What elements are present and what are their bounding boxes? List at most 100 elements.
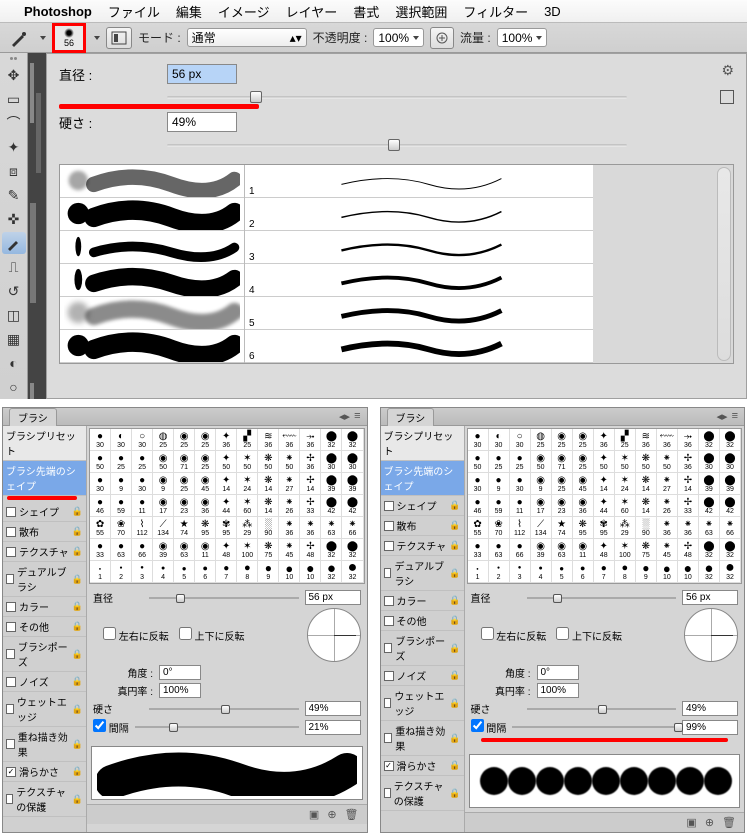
swatch[interactable]: ◉39: [531, 539, 552, 561]
swatch[interactable]: ●7: [216, 561, 237, 583]
swatch[interactable]: ◉11: [573, 539, 594, 561]
roundness-input[interactable]: [159, 683, 201, 698]
swatch[interactable]: ✦14: [216, 473, 237, 495]
crop-tool[interactable]: ⧈: [2, 160, 26, 182]
swatch[interactable]: ◉25: [195, 451, 216, 473]
swatch[interactable]: ⬤39: [321, 473, 342, 495]
side-item-2[interactable]: テクスチャ🔒: [3, 542, 86, 562]
new-icon[interactable]: ⊕: [705, 816, 714, 829]
swatch[interactable]: ●59: [111, 495, 132, 517]
swatch[interactable]: ◉50: [531, 451, 552, 473]
blur-tool[interactable]: ◐: [2, 352, 26, 374]
side-item-7[interactable]: ノイズ🔒: [381, 666, 464, 686]
side-item-9[interactable]: 重ね描き効果🔒: [381, 721, 464, 756]
swatch[interactable]: ✾95: [594, 517, 615, 539]
swatch[interactable]: ●11: [510, 495, 531, 517]
panel-tab[interactable]: ブラシ: [387, 408, 435, 426]
hardness-input[interactable]: [167, 112, 237, 132]
swatch[interactable]: ❋95: [573, 517, 594, 539]
swatch[interactable]: ✢33: [678, 495, 699, 517]
swatch[interactable]: ●2: [111, 561, 132, 583]
swatch[interactable]: ⁕36: [300, 517, 321, 539]
swatch[interactable]: ✢48: [678, 539, 699, 561]
swatch[interactable]: ●46: [90, 495, 111, 517]
swatch[interactable]: ●10: [300, 561, 321, 583]
swatch[interactable]: ◉9: [153, 473, 174, 495]
swatch[interactable]: ●7: [594, 561, 615, 583]
swatch[interactable]: ⌇112: [132, 517, 153, 539]
swatch[interactable]: ⁕36: [657, 517, 678, 539]
swatch[interactable]: ●4: [531, 561, 552, 583]
spacing-input[interactable]: [682, 720, 738, 735]
spacing-checkbox[interactable]: 間隔: [93, 719, 129, 735]
swatch[interactable]: ●63: [111, 539, 132, 561]
stamp-tool[interactable]: ⎍: [2, 256, 26, 278]
collapse-icon[interactable]: ◂▸: [717, 410, 728, 423]
swatch[interactable]: ❋50: [636, 451, 657, 473]
swatch[interactable]: ⬤32: [699, 429, 720, 451]
swatch[interactable]: ✦48: [216, 539, 237, 561]
swatch[interactable]: ⬤32: [699, 539, 720, 561]
side-item-8[interactable]: ウェットエッジ🔒: [381, 686, 464, 721]
brush-preset-picker[interactable]: 56: [52, 23, 86, 53]
swatch-grid[interactable]: ●30◐30○30◍25◉25◉25✦36▞25≋36⬳36⤞36⬤32⬤32●…: [89, 428, 365, 584]
angle-input[interactable]: [537, 665, 579, 680]
swatch[interactable]: ●9: [489, 473, 510, 495]
swatch[interactable]: ◉23: [552, 495, 573, 517]
swatch[interactable]: ✦36: [594, 429, 615, 451]
spacing-checkbox[interactable]: 間隔: [471, 719, 507, 735]
swatch[interactable]: ⁕27: [279, 473, 300, 495]
diameter-input[interactable]: [682, 590, 738, 605]
swatch[interactable]: ⬤39: [699, 473, 720, 495]
swatch[interactable]: ●33: [90, 539, 111, 561]
swatch[interactable]: ●5: [174, 561, 195, 583]
swatch[interactable]: ⁕45: [279, 539, 300, 561]
flipx-checkbox[interactable]: 左右に反転: [481, 627, 547, 643]
swatch[interactable]: ●66: [132, 539, 153, 561]
lasso-tool[interactable]: ⌒: [2, 112, 26, 134]
swatch[interactable]: ◉50: [153, 451, 174, 473]
swatch[interactable]: ●1: [90, 561, 111, 583]
swatch[interactable]: ●63: [489, 539, 510, 561]
swatch[interactable]: ⁕27: [657, 473, 678, 495]
swatch[interactable]: ✦48: [594, 539, 615, 561]
swatch[interactable]: ❀70: [489, 517, 510, 539]
swatch[interactable]: ◉39: [153, 539, 174, 561]
swatch[interactable]: ◍25: [153, 429, 174, 451]
swatch[interactable]: ●10: [678, 561, 699, 583]
swatch[interactable]: ❋14: [636, 473, 657, 495]
swatch[interactable]: ⁕36: [678, 517, 699, 539]
trash-icon[interactable]: 🗑: [345, 808, 359, 821]
side-item-10[interactable]: ✓滑らかさ🔒: [381, 756, 464, 776]
side-item-11[interactable]: テクスチャの保護🔒: [3, 782, 86, 817]
swatch[interactable]: ⬤42: [342, 495, 363, 517]
swatch[interactable]: ✦44: [594, 495, 615, 517]
panel-tab[interactable]: ブラシ: [9, 408, 57, 426]
menu-layer[interactable]: レイヤー: [286, 2, 338, 21]
swatch[interactable]: ●32: [321, 561, 342, 583]
swatch[interactable]: ⁕50: [657, 451, 678, 473]
eraser-tool[interactable]: ◫: [2, 304, 26, 326]
swatch[interactable]: ◉36: [573, 495, 594, 517]
preview-toggle-icon[interactable]: ▣: [309, 808, 319, 821]
swatch[interactable]: ⬤32: [720, 539, 741, 561]
eyedropper-tool[interactable]: ✎: [2, 184, 26, 206]
history-brush-tool[interactable]: ↺: [2, 280, 26, 302]
swatch[interactable]: ◉17: [153, 495, 174, 517]
swatch[interactable]: ✦50: [594, 451, 615, 473]
side-item-9[interactable]: 重ね描き効果🔒: [3, 727, 86, 762]
flipy-checkbox[interactable]: 上下に反転: [556, 627, 622, 643]
swatch[interactable]: ◐30: [111, 429, 132, 451]
menu-image[interactable]: イメージ: [218, 2, 270, 21]
side-item-10[interactable]: ✓滑らかさ🔒: [3, 762, 86, 782]
angle-input[interactable]: [159, 665, 201, 680]
swatch[interactable]: ◉9: [531, 473, 552, 495]
side-item-2[interactable]: テクスチャ🔒: [381, 536, 464, 556]
swatch[interactable]: ●32: [699, 561, 720, 583]
swatch[interactable]: ●30: [468, 429, 489, 451]
hardness-slider[interactable]: [167, 138, 627, 152]
swatch[interactable]: ●25: [510, 451, 531, 473]
swatch[interactable]: ●6: [573, 561, 594, 583]
move-tool[interactable]: ✥: [2, 64, 26, 86]
swatch[interactable]: ⟋134: [531, 517, 552, 539]
